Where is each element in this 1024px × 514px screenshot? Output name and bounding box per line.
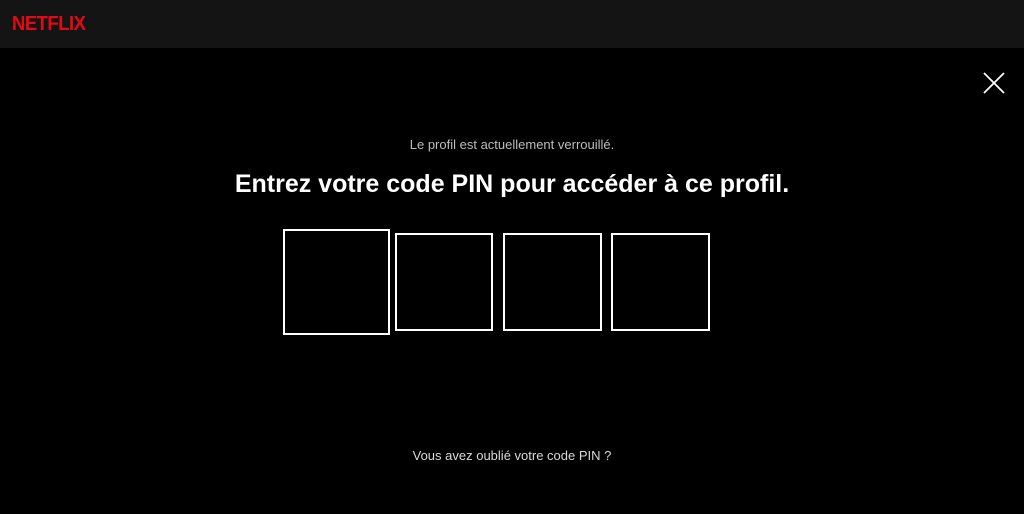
top-bar: NETFLIX — [0, 0, 1024, 48]
close-button[interactable] — [982, 71, 1006, 95]
profile-locked-message: Le profil est actuellement verrouillé. — [409, 137, 615, 152]
pin-digit-2[interactable] — [395, 233, 493, 331]
pin-lock-page: NETFLIX Le profil est actuellement verro… — [0, 0, 1024, 514]
pin-digit-4[interactable] — [611, 233, 710, 331]
pin-digit-1[interactable] — [283, 229, 390, 335]
pin-prompt-title: Entrez votre code PIN pour accéder à ce … — [234, 170, 790, 198]
forgot-pin-link[interactable]: Vous avez oublié votre code PIN ? — [413, 448, 612, 463]
forgot-pin-container: Vous avez oublié votre code PIN ? — [0, 448, 1024, 464]
close-icon — [983, 72, 1005, 94]
netflix-logo[interactable]: NETFLIX — [12, 12, 86, 36]
pin-digit-3[interactable] — [503, 233, 602, 331]
